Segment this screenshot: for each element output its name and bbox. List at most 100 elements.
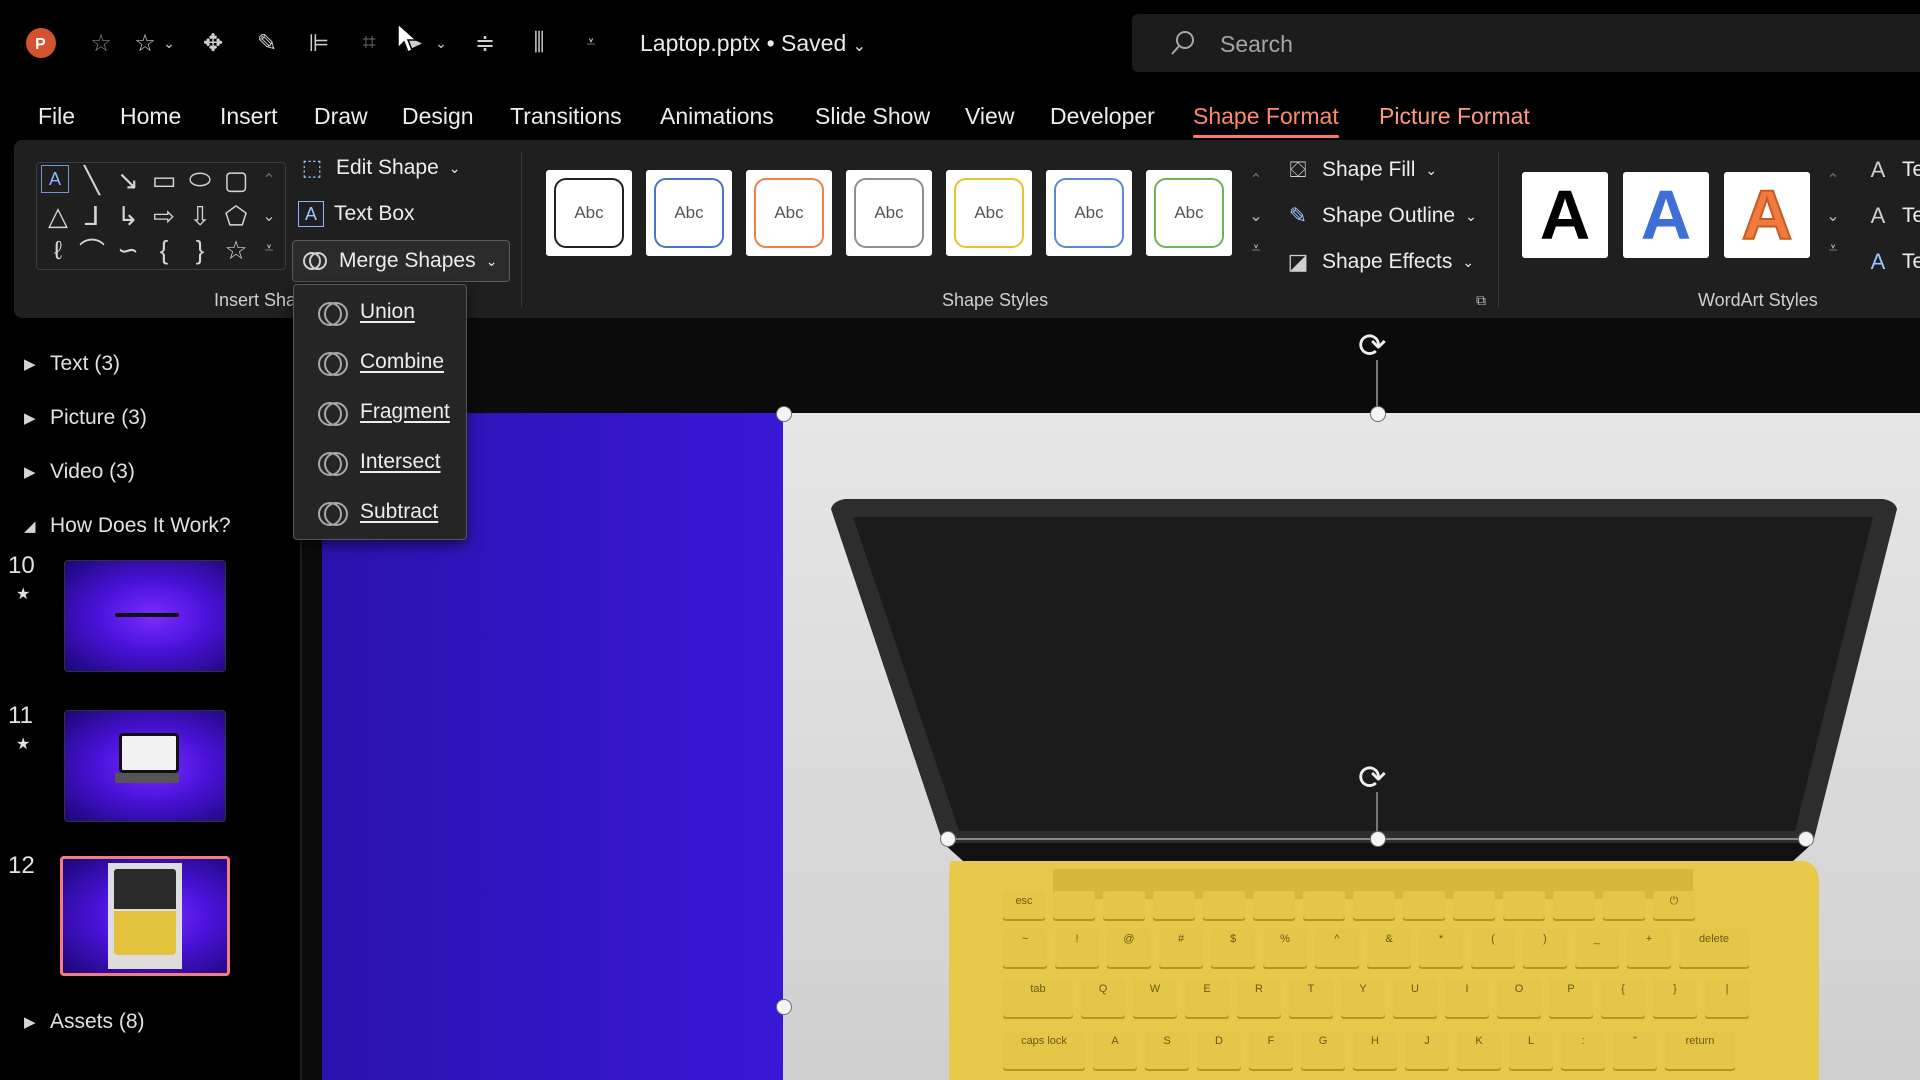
wordart-style-tile[interactable]: A — [1623, 172, 1709, 258]
merge-union-item[interactable]: Union — [316, 297, 415, 327]
search-icon — [1168, 28, 1198, 58]
shape-style-tile[interactable]: Abc — [846, 170, 932, 256]
section-label: Picture (3) — [50, 406, 147, 429]
wordart-more-icon[interactable]: ⩡ — [1822, 240, 1844, 258]
resize-handle[interactable] — [776, 406, 792, 422]
section-text[interactable]: ▶ Text (3) — [24, 352, 120, 376]
arrow-line-shape-icon[interactable]: ↘ — [111, 163, 145, 197]
shape-style-tile[interactable]: Abc — [1046, 170, 1132, 256]
resize-handle[interactable] — [1370, 831, 1386, 847]
shape-style-tile[interactable]: Abc — [746, 170, 832, 256]
chevron-down-icon[interactable]: ⌄ — [160, 26, 178, 60]
rounded-rectangle-shape-icon[interactable]: ▢ — [219, 163, 253, 197]
oval-shape-icon[interactable]: ⬭ — [183, 163, 217, 197]
tab-transitions[interactable]: Transitions — [510, 103, 622, 130]
tab-animations[interactable]: Animations — [660, 103, 774, 130]
text-effects-button[interactable]: A Te — [1864, 248, 1920, 276]
section-video[interactable]: ▶ Video (3) — [24, 460, 135, 484]
wordart-style-tile[interactable]: A — [1724, 172, 1810, 258]
distribute-horizontal-icon[interactable]: ⫼ — [522, 26, 556, 60]
curve-shape-icon[interactable]: ∽ — [111, 233, 145, 267]
text-outline-button[interactable]: A Te — [1864, 202, 1920, 230]
merge-intersect-item[interactable]: Intersect — [316, 447, 441, 477]
tab-design[interactable]: Design — [402, 103, 474, 130]
resize-handle[interactable] — [1370, 406, 1386, 422]
search-box[interactable]: Search — [1132, 14, 1920, 72]
shape-style-tile[interactable]: Abc — [1146, 170, 1232, 256]
tab-picture-format[interactable]: Picture Format — [1379, 103, 1530, 130]
left-brace-shape-icon[interactable]: { — [147, 233, 181, 267]
star-faded-icon[interactable]: ☆ — [84, 26, 118, 60]
shape-style-tile[interactable]: Abc — [946, 170, 1032, 256]
styles-scroll-down-icon[interactable]: ⌄ — [1245, 206, 1267, 226]
scribble-shape-icon[interactable]: ℓ — [41, 233, 75, 267]
elbow-connector-icon[interactable]: ⅃ — [75, 199, 109, 233]
text-fill-button[interactable]: A Te — [1864, 156, 1920, 184]
gallery-more-icon[interactable]: ⩡ — [258, 240, 280, 258]
gallery-scroll-up-icon[interactable]: ⌃ — [258, 170, 280, 190]
document-title[interactable]: Laptop.pptx • Saved ⌄ — [640, 30, 866, 57]
rotate-handle-icon[interactable]: ⟳ — [1358, 326, 1387, 366]
shape-effects-button[interactable]: ◪ Shape Effects ⌄ — [1284, 248, 1475, 276]
wordart-scroll-down-icon[interactable]: ⌄ — [1822, 206, 1844, 226]
text-fill-icon: A — [1870, 157, 1886, 182]
move-icon[interactable]: ✥ — [196, 26, 230, 60]
section-picture[interactable]: ▶ Picture (3) — [24, 406, 147, 430]
slide-thumbnail-selected[interactable] — [60, 856, 230, 976]
line-shape-icon[interactable]: ╲ — [75, 163, 109, 197]
text-box-button[interactable]: A Text Box — [298, 201, 415, 227]
wordart-style-tile[interactable]: A — [1522, 172, 1608, 258]
shape-style-7: Abc — [1154, 178, 1224, 248]
laptop-photo[interactable]: esc ⏻ ~! @ # $% ^ & *() _ + delete tab Q W E R T Y U I O P{} | c… — [783, 413, 1920, 1080]
slide-thumbnail[interactable] — [64, 560, 226, 672]
gallery-scroll-down-icon[interactable]: ⌄ — [258, 206, 280, 226]
arc-shape-icon[interactable]: ⌒ — [75, 233, 109, 267]
tab-file[interactable]: File — [38, 103, 75, 130]
tab-developer[interactable]: Developer — [1050, 103, 1155, 130]
merge-fragment-item[interactable]: Fragment — [316, 397, 450, 427]
align-icon[interactable]: ⊫ — [302, 26, 336, 60]
star-shape-icon[interactable]: ☆ — [219, 233, 253, 267]
shape-fill-button[interactable]: ⛋ Shape Fill ⌄ — [1284, 156, 1438, 184]
elbow-arrow-icon[interactable]: ↳ — [111, 199, 145, 233]
tab-view[interactable]: View — [965, 103, 1014, 130]
keyboard-key: J — [1405, 1031, 1449, 1071]
styles-scroll-up-icon[interactable]: ⌃ — [1245, 170, 1267, 190]
freeform-shape-icon[interactable]: ⬠ — [219, 199, 253, 233]
edit-shape-button[interactable]: ⬚ Edit Shape ⌄ — [298, 154, 461, 182]
tab-insert[interactable]: Insert — [220, 103, 278, 130]
tab-draw[interactable]: Draw — [314, 103, 368, 130]
slide-thumbnail[interactable] — [64, 710, 226, 822]
right-brace-shape-icon[interactable]: } — [183, 233, 217, 267]
rotate-handle-icon[interactable]: ⟳ — [1358, 758, 1387, 798]
triangle-shape-icon[interactable]: △ — [41, 199, 75, 233]
merge-combine-item[interactable]: Combine — [316, 347, 444, 377]
shape-outline-button[interactable]: ✎ Shape Outline ⌄ — [1284, 202, 1477, 230]
right-arrow-shape-icon[interactable]: ⇨ — [147, 199, 181, 233]
section-assets[interactable]: ▶ Assets (8) — [24, 1010, 145, 1034]
tab-slide-show[interactable]: Slide Show — [815, 103, 930, 130]
merge-subtract-item[interactable]: Subtract — [316, 497, 438, 527]
chevron-down-icon[interactable]: ⌄ — [432, 26, 450, 60]
format-shape-dialog-launcher-icon[interactable]: ⧉ — [1476, 292, 1486, 309]
format-painter-icon[interactable]: ✎ — [250, 26, 284, 60]
tab-home[interactable]: Home — [120, 103, 181, 130]
section-how-does-it-work[interactable]: ◢ How Does It Work? — [24, 514, 231, 538]
rectangle-shape-icon[interactable]: ▭ — [147, 163, 181, 197]
animation-star-icon: ★ — [16, 736, 31, 753]
styles-more-icon[interactable]: ⩡ — [1245, 240, 1267, 258]
wordart-scroll-up-icon[interactable]: ⌃ — [1822, 170, 1844, 190]
tab-shape-format[interactable]: Shape Format — [1193, 103, 1339, 138]
down-arrow-shape-icon[interactable]: ⇩ — [183, 199, 217, 233]
shape-style-tile[interactable]: Abc — [646, 170, 732, 256]
star-icon[interactable]: ☆ — [128, 26, 162, 60]
distribute-vertical-icon[interactable]: ≑ — [468, 26, 502, 60]
customize-qat-icon[interactable]: ⩡ — [574, 26, 608, 60]
shape-style-tile[interactable]: Abc — [546, 170, 632, 256]
merge-shapes-button[interactable]: Merge Shapes ⌄ — [292, 240, 511, 282]
resize-handle[interactable] — [776, 999, 792, 1015]
text-box-shape-icon[interactable]: A — [41, 165, 69, 193]
resize-handle[interactable] — [940, 831, 956, 847]
resize-handle[interactable] — [1798, 831, 1814, 847]
crop-icon[interactable]: ⌗ — [352, 26, 386, 60]
